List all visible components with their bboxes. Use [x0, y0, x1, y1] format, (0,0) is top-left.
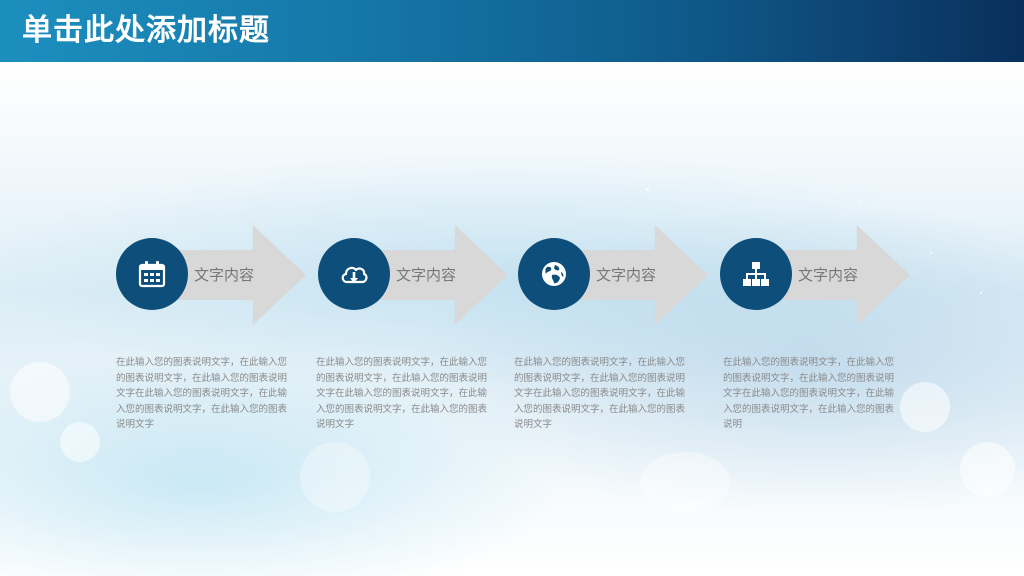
- sparkle: [980, 292, 982, 294]
- step-icon-circle: [518, 238, 590, 310]
- bokeh-light: [640, 452, 730, 512]
- bokeh-light: [900, 382, 950, 432]
- sparkle: [860, 202, 862, 204]
- step-icon-circle: [318, 238, 390, 310]
- step-icon-circle: [116, 238, 188, 310]
- cloud-download-icon: [341, 266, 368, 284]
- step-description-1[interactable]: 在此输入您的图表说明文字，在此输入您的图表说明文字，在此输入您的图表说明文字在此…: [116, 355, 292, 433]
- step-label[interactable]: 文字内容: [194, 264, 254, 286]
- slide-title[interactable]: 单击此处添加标题: [22, 12, 270, 50]
- step-label[interactable]: 文字内容: [596, 264, 656, 286]
- sparkle: [930, 252, 932, 254]
- globe-icon: [542, 262, 566, 286]
- step-label[interactable]: 文字内容: [798, 264, 858, 286]
- step-description-4[interactable]: 在此输入您的图表说明文字，在此输入您的图表说明文字，在此输入您的图表说明文字在此…: [723, 355, 899, 433]
- step-icon-circle: [720, 238, 792, 310]
- process-step-3: 文字内容: [518, 225, 718, 325]
- bokeh-light: [300, 442, 370, 512]
- step-label[interactable]: 文字内容: [396, 264, 456, 286]
- calendar-icon: [138, 261, 166, 288]
- bokeh-light: [60, 422, 100, 462]
- process-step-4: 文字内容: [720, 225, 920, 325]
- process-step-1: 文字内容: [116, 225, 316, 325]
- title-bar: 单击此处添加标题: [0, 0, 1024, 62]
- org-chart-icon: [743, 262, 769, 286]
- step-description-3[interactable]: 在此输入您的图表说明文字，在此输入您的图表说明文字，在此输入您的图表说明文字在此…: [514, 355, 690, 433]
- bokeh-light: [10, 362, 70, 422]
- sparkle: [646, 188, 649, 191]
- bokeh-light: [960, 442, 1015, 497]
- process-step-2: 文字内容: [318, 225, 518, 325]
- step-description-2[interactable]: 在此输入您的图表说明文字，在此输入您的图表说明文字，在此输入您的图表说明文字在此…: [316, 355, 492, 433]
